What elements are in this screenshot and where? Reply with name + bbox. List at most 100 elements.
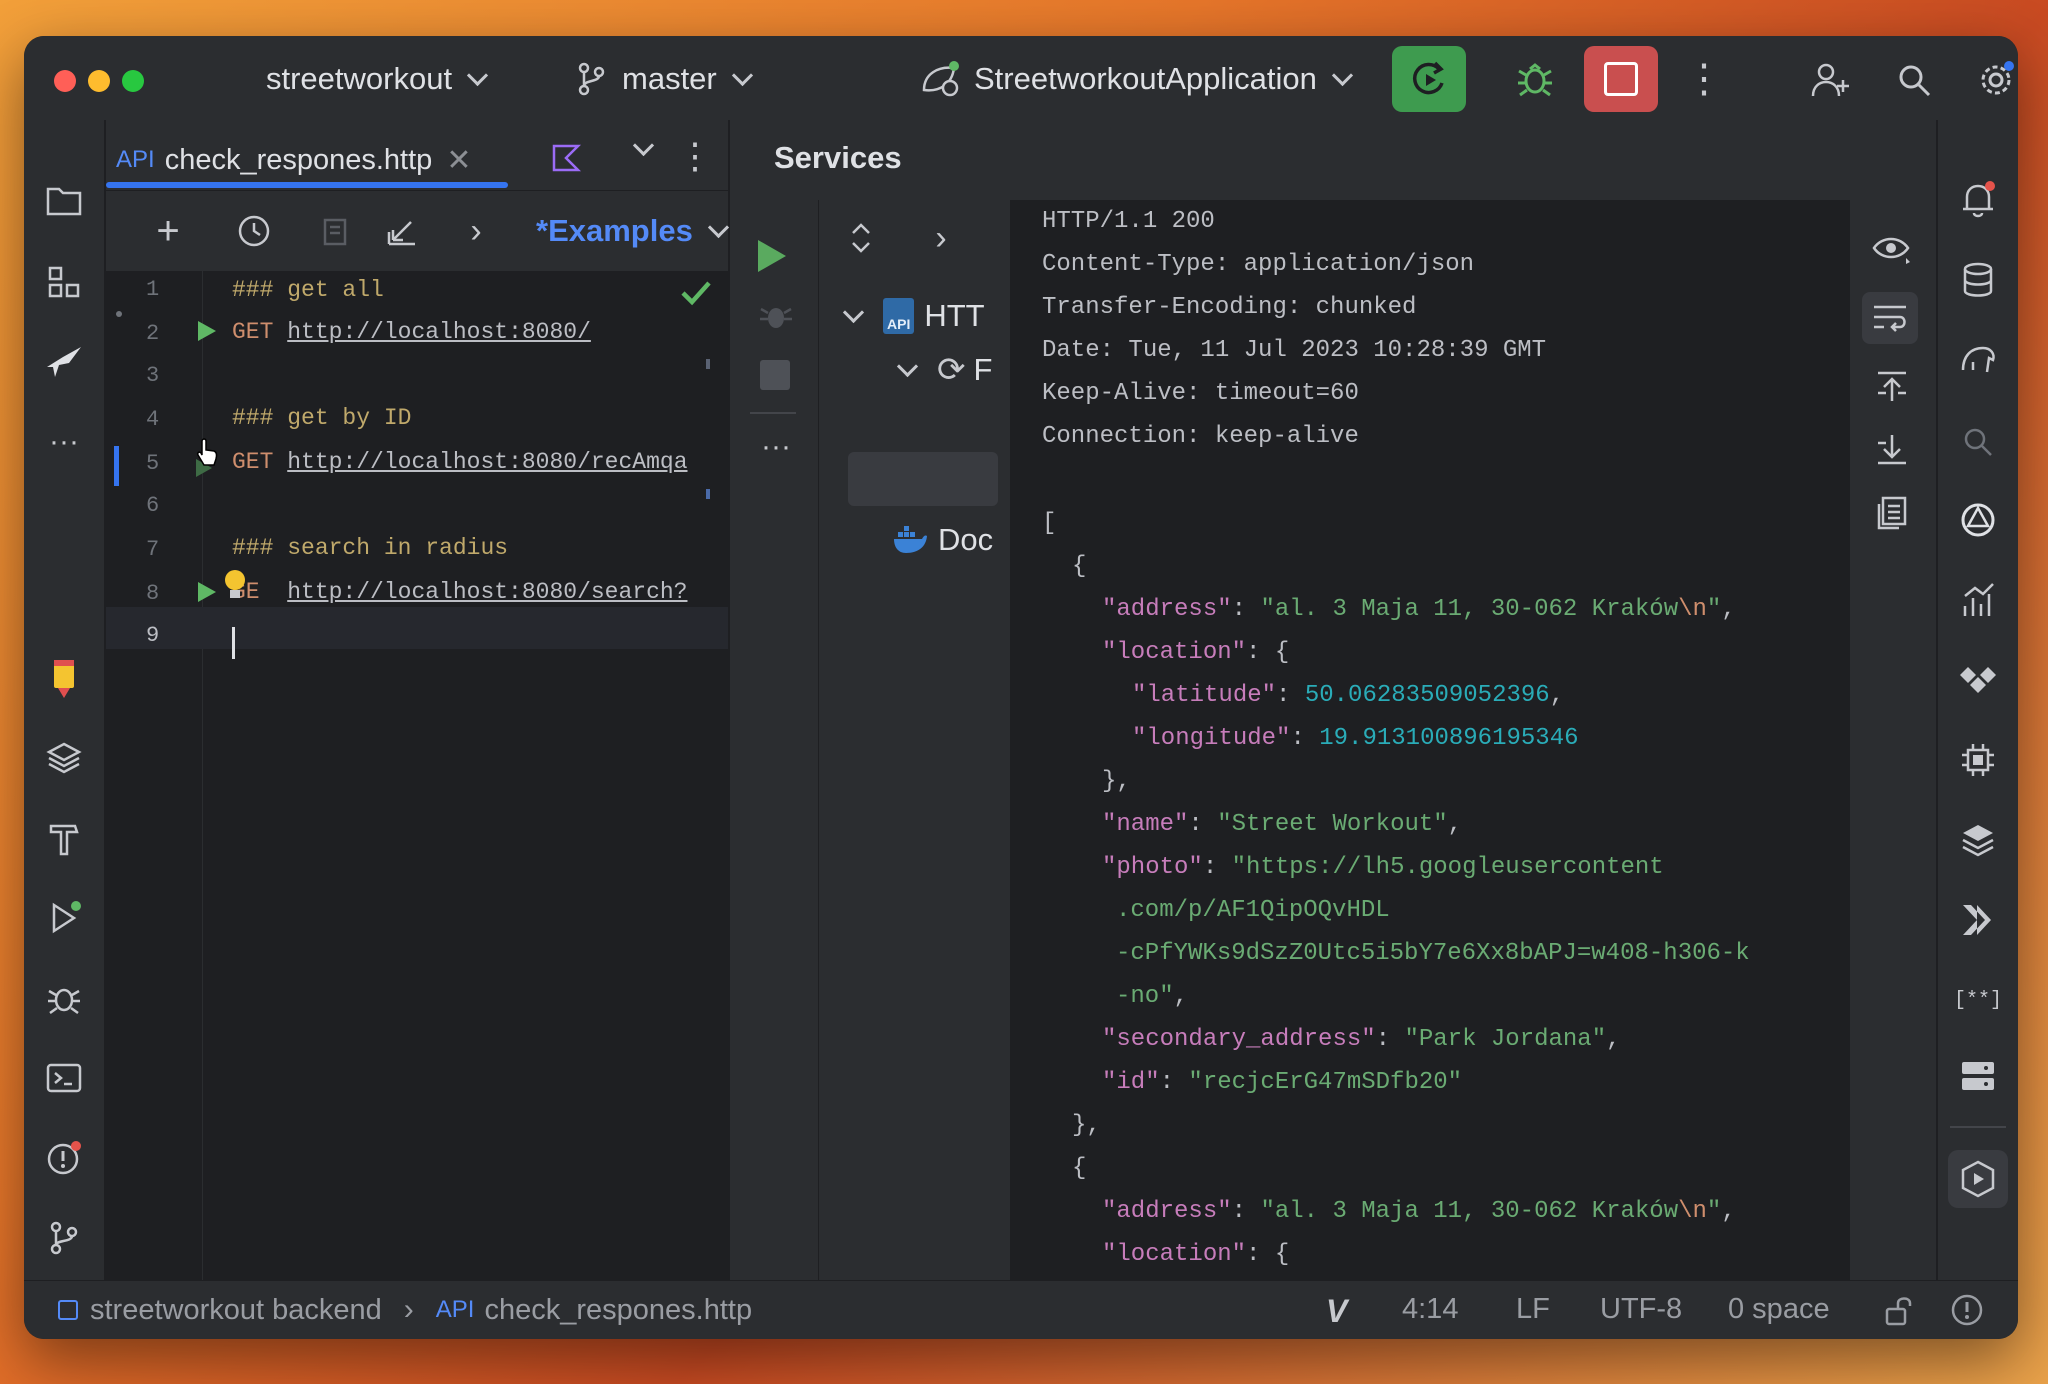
profiler-chart-icon[interactable]: [1958, 580, 1998, 620]
lock-open-icon[interactable]: [1884, 1295, 1914, 1327]
run-tool-icon[interactable]: [44, 898, 84, 938]
build-hammer-icon[interactable]: [44, 818, 84, 858]
indent-setting[interactable]: 0 space: [1728, 1293, 1830, 1326]
layers-icon[interactable]: [44, 738, 84, 778]
bug-icon: [1518, 63, 1552, 97]
problems-icon[interactable]: [44, 1138, 84, 1178]
line-number: 5: [146, 451, 160, 476]
copy-disabled-icon[interactable]: [316, 211, 356, 251]
response-header: Keep-Alive: timeout=60: [1042, 380, 1359, 407]
breadcrumb-project[interactable]: streetworkout backend: [90, 1294, 382, 1327]
text-cursor: [232, 627, 235, 659]
history-clock-icon[interactable]: [234, 211, 274, 251]
bird-plugin-icon[interactable]: [44, 342, 84, 382]
more-actions-icon[interactable]: ⋮: [1684, 58, 1724, 100]
request-url-link[interactable]: http://localhost:8080/recAmqa: [287, 449, 687, 475]
debug-service-icon[interactable]: [758, 298, 794, 334]
tree-node-http[interactable]: API HTT: [818, 292, 998, 340]
eye-view-icon[interactable]: [1870, 230, 1914, 270]
cursor-position[interactable]: 4:14: [1402, 1293, 1458, 1326]
server-icon[interactable]: [1958, 1056, 1998, 1096]
debug-button[interactable]: [1498, 46, 1572, 112]
code-editor[interactable]: 1 2 3 4 5 6 7 8 9 ### get all GET http:/…: [106, 271, 728, 1281]
tree-node-request[interactable]: [948, 400, 998, 444]
active-tab-indicator: [106, 182, 508, 188]
scroll-to-top-icon[interactable]: [1870, 366, 1914, 406]
terminal-icon[interactable]: [44, 1058, 84, 1098]
database-icon[interactable]: [1958, 260, 1998, 300]
zoom-window-button[interactable]: [122, 70, 144, 92]
tree-node-selected[interactable]: [848, 452, 998, 506]
search-everywhere-icon[interactable]: [1958, 422, 1998, 462]
tab-check-respones[interactable]: API check_respones.http ✕: [116, 140, 471, 180]
debug-tool-icon[interactable]: [44, 978, 84, 1018]
services-toolbar: ···: [730, 200, 819, 1281]
cpu-chip-icon[interactable]: [1958, 740, 1998, 780]
notifications-bell-icon[interactable]: [1958, 180, 1998, 220]
tree-node-run[interactable]: ⟳ F: [818, 346, 998, 394]
line-number: 7: [146, 537, 160, 562]
add-request-icon[interactable]: +: [148, 209, 188, 253]
json-path-icon[interactable]: [**]: [1954, 980, 2002, 1020]
import-icon[interactable]: [382, 211, 422, 251]
add-user-icon[interactable]: [1808, 58, 1852, 102]
response-viewer[interactable]: HTTP/1.1 200 Content-Type: application/j…: [1010, 200, 1850, 1281]
stack-layers-icon[interactable]: [1958, 820, 1998, 860]
services-tool-button[interactable]: [1948, 1150, 2008, 1208]
branch-selector[interactable]: master: [576, 58, 753, 100]
close-tab-icon[interactable]: ✕: [446, 143, 471, 178]
plugin-diamond-icon[interactable]: [1958, 660, 1998, 700]
json-line: -cPfYWKs9dSzZ0Utc5i5bY7e6Xx8bAPJ=w408-h3…: [1116, 940, 1750, 967]
run-request-icon[interactable]: [198, 582, 216, 602]
search-icon[interactable]: [1892, 58, 1936, 102]
elephant-postgres-icon[interactable]: [1958, 340, 1998, 380]
more-tools-icon[interactable]: ···: [44, 422, 84, 462]
scroll-to-end-icon[interactable]: [1870, 430, 1914, 470]
line-separator[interactable]: LF: [1516, 1293, 1550, 1326]
run-request-icon[interactable]: [198, 321, 216, 341]
more-services-icon[interactable]: ···: [756, 430, 796, 463]
stop-button[interactable]: [1584, 46, 1658, 112]
examples-dropdown[interactable]: *Examples: [536, 213, 729, 249]
expand-collapse-icon[interactable]: [846, 218, 876, 258]
git-icon[interactable]: [44, 1218, 84, 1258]
json-line: [: [1042, 510, 1057, 537]
settings-gear-icon[interactable]: [1974, 58, 2018, 102]
ai-assistant-icon[interactable]: [1958, 500, 1998, 540]
chevron-right-icon[interactable]: ›: [458, 211, 494, 251]
tab-label: check_respones.http: [164, 143, 433, 176]
problems-status-icon[interactable]: [1950, 1293, 1984, 1327]
double-chevron-icon[interactable]: [1958, 900, 1998, 940]
run-service-icon[interactable]: [758, 240, 786, 272]
close-window-button[interactable]: [54, 70, 76, 92]
soft-wrap-button[interactable]: [1862, 292, 1918, 344]
request-url-link[interactable]: http://localhost:8080/: [287, 319, 591, 345]
file-encoding[interactable]: UTF-8: [1600, 1293, 1682, 1326]
minimize-window-button[interactable]: [88, 70, 110, 92]
folder-icon[interactable]: [44, 180, 84, 220]
api-file-icon: API: [116, 146, 155, 173]
copy-response-icon[interactable]: [1870, 492, 1914, 532]
stop-service-icon[interactable]: [760, 360, 790, 390]
services-panel: Services ··· › API HTT ⟳ F Doc HTTP/1.1 …: [730, 120, 1936, 1281]
json-line: "location": {: [1102, 1241, 1290, 1268]
structure-icon[interactable]: [44, 262, 84, 302]
vim-icon[interactable]: V: [1326, 1293, 1347, 1330]
rerun-button[interactable]: [1392, 46, 1466, 112]
project-selector[interactable]: streetworkout: [266, 58, 489, 100]
tree-node-docker[interactable]: Doc: [818, 516, 998, 564]
request-url-link[interactable]: http://localhost:8080/search?: [287, 579, 687, 605]
http-toolbar: + › *Examples: [106, 190, 729, 271]
chevron-down-icon: [466, 64, 489, 86]
examples-label: *Examples: [536, 213, 693, 248]
tabs-dropdown-icon[interactable]: [632, 134, 655, 157]
highlighter-plugin-icon[interactable]: [44, 658, 84, 698]
lightbulb-icon[interactable]: [124, 566, 245, 598]
kotlin-tab-icon[interactable]: [546, 138, 586, 178]
tab-more-icon[interactable]: ⋮: [677, 135, 713, 176]
run-config-selector[interactable]: StreetworkoutApplication: [920, 58, 1354, 100]
breadcrumb-file[interactable]: check_respones.http: [484, 1294, 752, 1327]
line-number: 4: [146, 407, 160, 432]
chevron-right-icon[interactable]: ›: [926, 219, 956, 257]
json-line: "longitude": 19.913100896195346: [1132, 725, 1579, 752]
